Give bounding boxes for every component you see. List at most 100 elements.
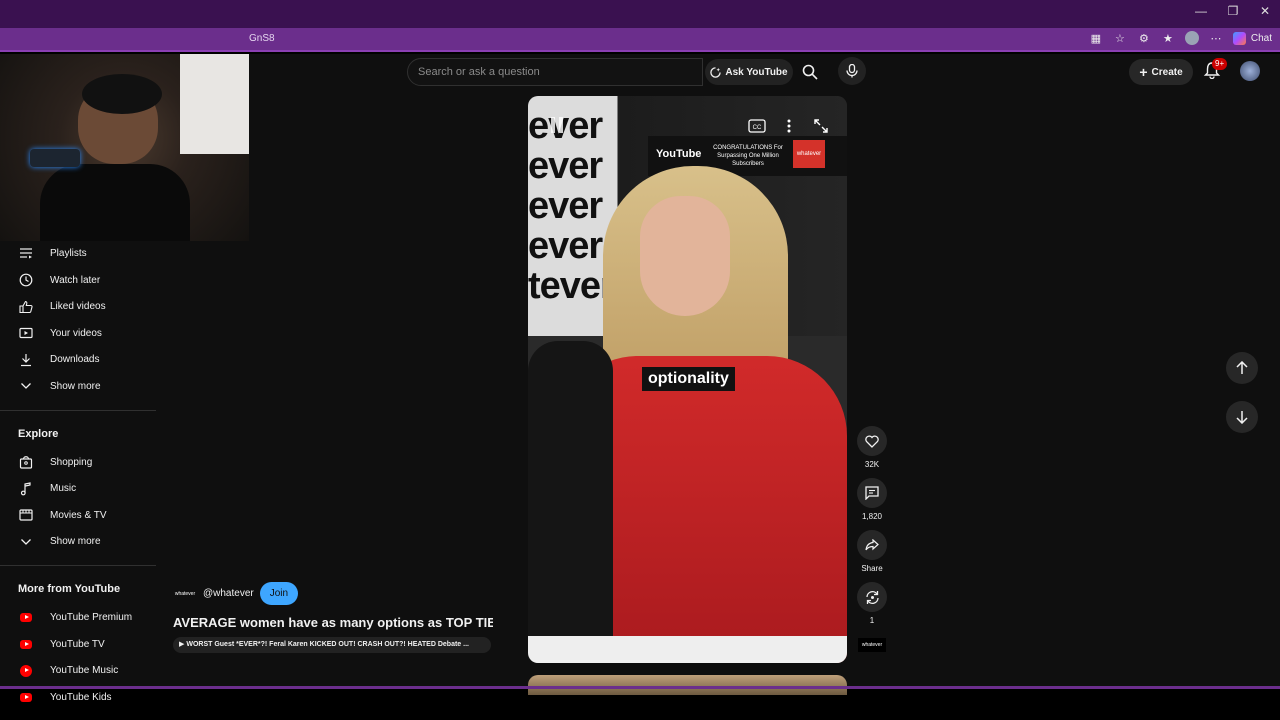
minimize-button[interactable]: — [1194, 4, 1208, 18]
favorite-star-icon[interactable]: ☆ [1113, 31, 1127, 45]
video-progress-bar[interactable] [528, 660, 847, 663]
next-video-preview[interactable] [528, 675, 847, 695]
ask-youtube-button[interactable]: Ask YouTube [705, 59, 793, 85]
like-count: 32K [864, 460, 880, 469]
sidebar-item-youtube-tv[interactable]: YouTube TV [0, 631, 160, 658]
join-button[interactable]: Join [259, 582, 299, 605]
create-label: Create [1151, 66, 1183, 78]
explore-section: Shopping Music Movies & TV Show more [0, 449, 160, 555]
search-icon [802, 64, 818, 80]
pause-icon [551, 117, 563, 133]
sidebar-item-show-more[interactable]: Show more [0, 529, 160, 556]
chat-button[interactable]: Chat [1232, 31, 1272, 45]
sidebar-item-label: Music [50, 483, 77, 495]
profile-icon[interactable] [1184, 31, 1199, 45]
remix-count: 1 [869, 616, 875, 625]
video-caption: optionality [642, 367, 735, 391]
playlist-icon [18, 245, 34, 261]
channel-handle[interactable]: @whatever [203, 588, 254, 599]
video-icon [18, 325, 34, 341]
close-button[interactable]: ✕ [1258, 4, 1272, 18]
youtube-tv-icon [18, 636, 34, 652]
sidebar-item-youtube-music[interactable]: YouTube Music [0, 657, 160, 684]
grid-icon[interactable]: ▦ [1089, 31, 1103, 45]
next-short-button[interactable] [1226, 401, 1258, 433]
film-icon [18, 507, 34, 523]
heart-icon [865, 434, 879, 448]
remix-button[interactable] [857, 582, 887, 612]
url-text[interactable]: GnS8 [249, 33, 275, 44]
sidebar-item-watch-later[interactable]: Watch later [0, 267, 160, 294]
closed-captions-icon: CC [748, 119, 766, 133]
video-microphone [528, 341, 613, 663]
youtube-page: Search or ask a question Ask YouTube + C… [0, 54, 1280, 703]
banner-brand: YouTube [656, 148, 702, 160]
youtube-premium-icon [18, 609, 34, 625]
comments-button[interactable] [857, 478, 887, 508]
sidebar-item-shopping[interactable]: Shopping [0, 449, 160, 476]
sidebar-divider [0, 565, 156, 567]
video-title[interactable]: AVERAGE women have as many options as TO… [173, 615, 493, 630]
account-avatar[interactable] [1240, 61, 1260, 81]
chat-label: Chat [1250, 32, 1272, 44]
sidebar-item-label: Shopping [50, 456, 93, 468]
favorites-list-icon[interactable]: ★ [1161, 31, 1175, 45]
sidebar-item-label: YouTube Kids [50, 691, 112, 703]
comment-icon [865, 486, 879, 500]
browser-toolbar: ▦ ☆ ⚙ ★ ⋯ Chat [1089, 31, 1272, 45]
browser-title-bar: — ❐ ✕ [0, 0, 1280, 28]
sparkle-icon [710, 66, 722, 78]
more-from-youtube-section: YouTube Premium YouTube TV YouTube Music Yo… [0, 604, 160, 710]
webcam-person-hair [82, 74, 162, 114]
remix-action: 1 [856, 582, 888, 634]
sidebar-item-label: Watch later [50, 274, 101, 286]
thumb-up-icon [18, 299, 34, 315]
svg-text:CC: CC [753, 125, 762, 131]
sidebar-item-movies-and-tv[interactable]: Movies & TV [0, 502, 160, 529]
video-subject-face [640, 196, 730, 316]
voice-search-button[interactable] [838, 57, 866, 85]
channel-logo[interactable]: whatever [173, 587, 197, 601]
banner-logo: whatever [793, 140, 825, 168]
sidebar-item-label: Movies & TV [50, 509, 107, 521]
restore-button[interactable]: ❐ [1226, 4, 1240, 18]
share-button[interactable] [857, 530, 887, 560]
more-menu-icon[interactable]: ⋯ [1209, 31, 1223, 45]
search-placeholder: Search or ask a question [418, 66, 540, 78]
sidebar-item-liked-videos[interactable]: Liked videos [0, 293, 160, 320]
play-icon: ▶ [179, 641, 185, 648]
like-button[interactable] [857, 426, 887, 456]
channel-thumbnail[interactable]: whatever [858, 638, 886, 652]
playlist-link[interactable]: ▶ WORST Guest *EVER*?! Feral Karen KICKE… [173, 637, 491, 653]
previous-short-button[interactable] [1226, 352, 1258, 384]
youtube-music-logo-icon [20, 664, 32, 677]
window-controls: — ❐ ✕ [1194, 4, 1272, 18]
captions-button[interactable]: CC [745, 114, 769, 138]
plus-icon: + [1139, 64, 1148, 80]
sidebar-item-show-more[interactable]: Show more [0, 373, 160, 400]
arrow-down-icon [1236, 411, 1248, 424]
share-label: Share [861, 564, 883, 573]
fullscreen-button[interactable] [809, 114, 833, 138]
sidebar-item-music[interactable]: Music [0, 475, 160, 502]
sidebar-item-label: Playlists [50, 247, 87, 259]
sidebar-item-label: Downloads [50, 354, 100, 366]
microphone-icon [846, 64, 858, 78]
streamer-webcam-overlay [0, 54, 249, 241]
pause-button[interactable] [544, 112, 570, 138]
ask-youtube-label: Ask YouTube [725, 66, 788, 78]
shorts-video-player[interactable]: ever ever ever ever tever YouTube CONGRA… [528, 96, 847, 663]
sidebar-item-youtube-premium[interactable]: YouTube Premium [0, 604, 160, 631]
extension-icon[interactable]: ⚙ [1137, 31, 1151, 45]
download-icon [18, 352, 34, 368]
sidebar-item-your-videos[interactable]: Your videos [0, 320, 160, 347]
more-options-button[interactable] [777, 114, 801, 138]
chevron-down-icon [18, 378, 34, 394]
sidebar-item-downloads[interactable]: Downloads [0, 347, 160, 374]
sidebar-item-playlists[interactable]: Playlists [0, 240, 160, 267]
like-action: 32K [856, 426, 888, 478]
search-input[interactable]: Search or ask a question [407, 58, 703, 86]
search-button[interactable] [795, 59, 825, 85]
create-button[interactable]: + Create [1129, 59, 1193, 85]
expand-icon [814, 119, 828, 133]
